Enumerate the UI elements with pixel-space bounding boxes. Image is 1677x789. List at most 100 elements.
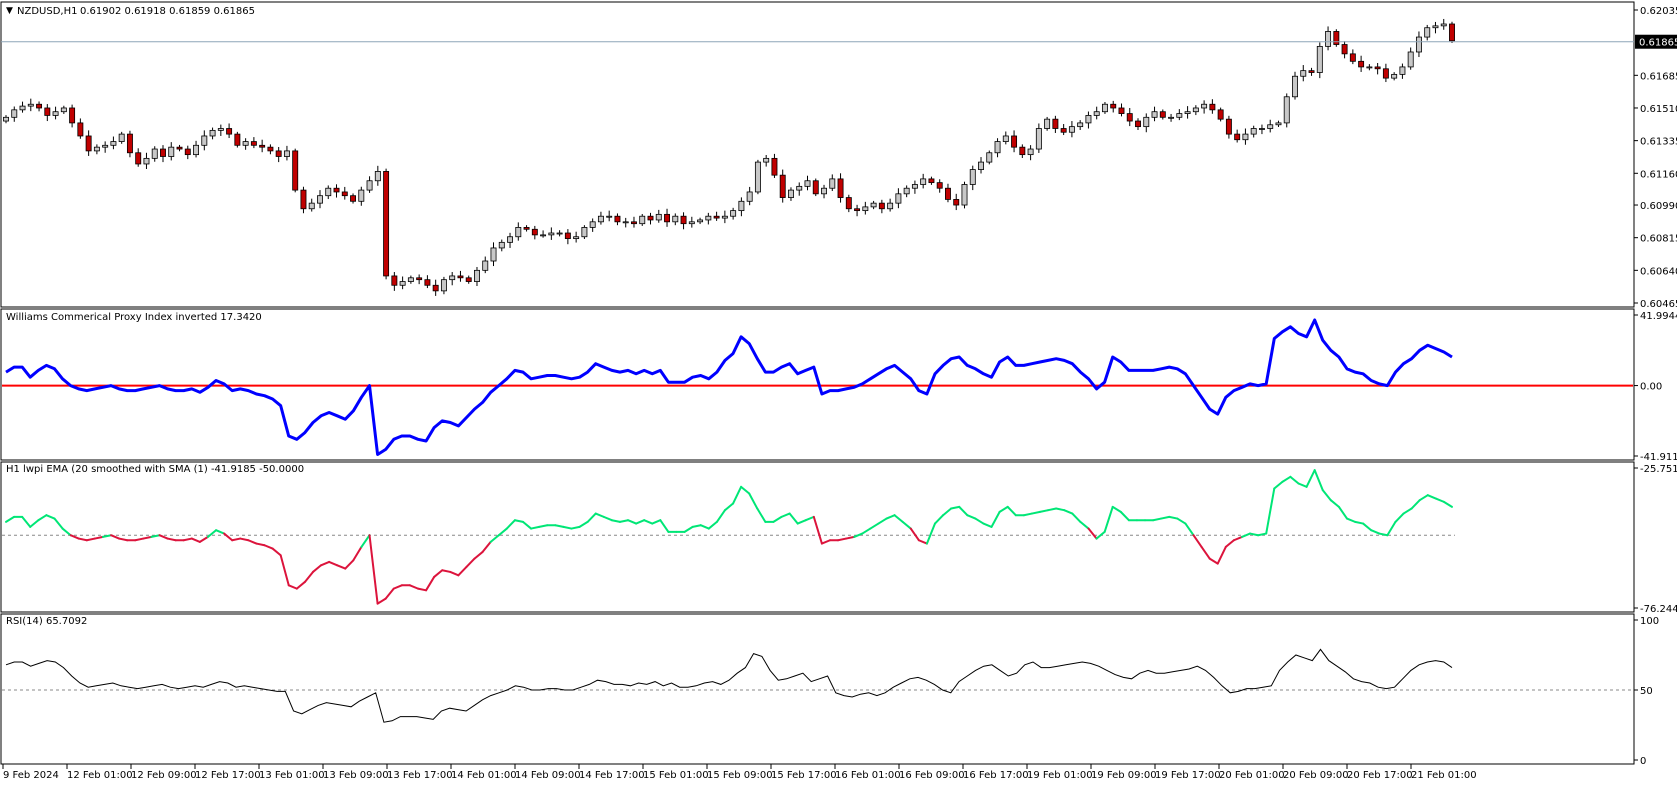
candle-body <box>573 236 580 240</box>
lwpi-segment <box>538 524 549 528</box>
candle-body <box>457 275 464 279</box>
lwpi-segment <box>1354 520 1365 525</box>
candle-body <box>267 146 274 152</box>
candle-body <box>721 215 728 219</box>
price-tick-label: 0.61685 <box>1640 71 1677 82</box>
lwpi-segment <box>732 485 743 505</box>
candle-body <box>540 234 547 237</box>
candle-body <box>1085 115 1092 124</box>
candle-body <box>1292 75 1298 98</box>
lwpi-label: H1 lwpi EMA (20 smoothed with SMA (1) -4… <box>6 464 304 475</box>
lwpi-segment <box>271 547 282 557</box>
candle-body <box>804 180 811 187</box>
candle-body <box>300 189 307 210</box>
candle-body <box>697 219 704 223</box>
lwpi-segment <box>287 584 298 590</box>
lwpi-segment <box>1039 509 1050 513</box>
wcpi-pane: 41.9944 0.00 -41.9112 <box>2 311 1677 463</box>
lwpi-segment <box>610 519 621 523</box>
candle-body <box>1044 118 1051 129</box>
candle-body <box>292 150 299 191</box>
lwpi-segment <box>1402 507 1413 515</box>
lwpi-segment <box>85 537 96 542</box>
candle-body <box>1258 128 1265 130</box>
candle-body <box>1159 111 1166 118</box>
lwpi-segment <box>110 534 121 540</box>
lwpi-segment <box>255 542 266 547</box>
chart-window: 0.62035 0.61685 0.61510 0.61335 0.61160 0.609… <box>0 0 1677 785</box>
time-tick-label: 20 Feb 09:00 <box>1283 770 1349 781</box>
lwpi-segment <box>1329 499 1340 508</box>
candle-body <box>672 215 679 223</box>
lwpi-segment <box>1321 489 1332 502</box>
lwpi-segment <box>1063 509 1074 515</box>
candle-body <box>1068 126 1075 133</box>
candle-body <box>887 202 894 210</box>
candle-body <box>85 135 92 152</box>
candle-body <box>622 221 629 224</box>
candle-body <box>52 111 59 116</box>
candle-body <box>1118 107 1125 114</box>
candle-body <box>1440 23 1447 27</box>
candle-body <box>143 157 150 165</box>
lwpi-segment <box>740 485 751 495</box>
lwpi-segment <box>1071 512 1082 523</box>
lwpi-segment <box>942 507 953 517</box>
lwpi-segment <box>1176 517 1187 525</box>
candle-body <box>209 129 216 137</box>
chart-canvas[interactable]: 0.62035 0.61685 0.61510 0.61335 0.61160 0.609… <box>0 0 1677 785</box>
lwpi-segment <box>239 537 250 542</box>
lwpi-segment <box>788 512 799 525</box>
candle-body <box>1101 103 1108 113</box>
chart-ohlc: 0.61902 0.61918 0.61859 0.61865 <box>80 6 255 17</box>
candle-body <box>1333 31 1340 45</box>
lwpi-segment <box>21 515 32 528</box>
lwpi-segment <box>683 525 694 533</box>
candle-body <box>217 128 224 131</box>
candle-body <box>1201 103 1208 109</box>
time-tick-label: 13 Feb 09:00 <box>323 770 389 781</box>
candle-body <box>407 277 414 282</box>
price-tick-label: 0.62035 <box>1640 6 1677 17</box>
lwpi-segment <box>1345 517 1357 523</box>
candle-body <box>1424 27 1431 38</box>
lwpi-segment <box>328 560 339 567</box>
candle-body <box>366 180 373 191</box>
lwpi-segment <box>1152 517 1163 522</box>
price-candles <box>3 18 1455 296</box>
lwpi-segment <box>586 512 597 523</box>
lwpi-segment <box>933 514 945 525</box>
lwpi-segment <box>441 569 452 573</box>
lwpi-segment <box>861 527 872 535</box>
candle-body <box>69 107 76 124</box>
lwpi-segment <box>473 550 484 560</box>
lwpi-segment <box>1111 505 1122 513</box>
candle-body <box>44 107 51 116</box>
candle-body <box>416 277 423 281</box>
candle-body <box>1316 45 1323 73</box>
candle-body <box>325 187 332 197</box>
lwpi-segment <box>1022 512 1033 517</box>
lwpi-segment <box>368 534 379 605</box>
candle-body <box>771 157 778 176</box>
candle-body <box>953 199 960 206</box>
lwpi-segment <box>1265 487 1276 535</box>
lwpi-pane: -25.7513 -76.2446 <box>2 464 1677 615</box>
candle-body <box>1283 96 1290 124</box>
price-tick-label: 0.60815 <box>1640 234 1677 245</box>
lwpi-segment <box>885 514 896 520</box>
lwpi-segment <box>1095 530 1106 540</box>
candle-body <box>796 185 803 191</box>
candle-body <box>713 215 720 219</box>
price-axis: 0.62035 0.61685 0.61510 0.61335 0.61160 0.609… <box>1634 6 1677 310</box>
lwpi-segment <box>231 537 242 542</box>
candle-body <box>1192 107 1199 113</box>
candle-body <box>1432 25 1439 29</box>
candle-body <box>126 133 133 154</box>
candle-body <box>490 247 497 262</box>
lwpi-segment <box>804 515 815 522</box>
candle-body <box>358 189 365 202</box>
lwpi-segment <box>263 544 274 550</box>
lwpi-segment <box>570 525 581 530</box>
lwpi-segment <box>118 537 129 542</box>
